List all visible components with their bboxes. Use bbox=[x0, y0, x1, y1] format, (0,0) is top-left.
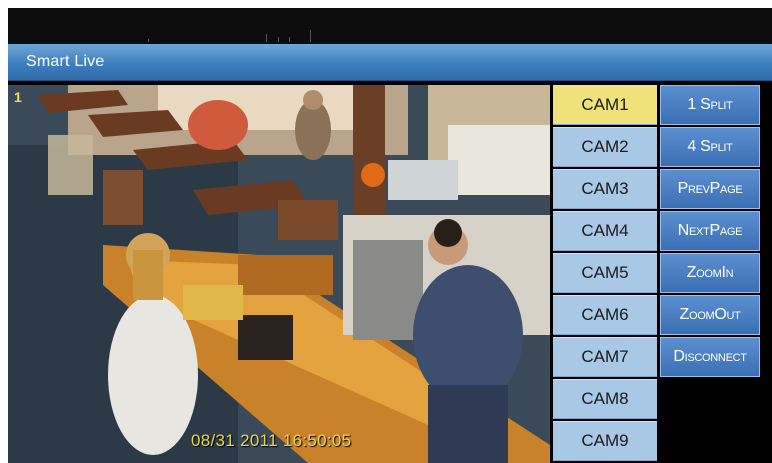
zoom-in-button[interactable]: ZoomIn bbox=[660, 253, 760, 293]
title-bar: Smart Live bbox=[8, 44, 772, 81]
cam8-button[interactable]: CAM8 bbox=[553, 379, 657, 419]
smart-live-app: Smart Live 1 08/31 2011 16:50:05 CAM1 CA… bbox=[8, 8, 772, 463]
cam4-button[interactable]: CAM4 bbox=[553, 211, 657, 251]
cam5-button[interactable]: CAM5 bbox=[553, 253, 657, 293]
cam1-button[interactable]: CAM1 bbox=[553, 85, 657, 125]
cam6-button[interactable]: CAM6 bbox=[553, 295, 657, 335]
cam2-button[interactable]: CAM2 bbox=[553, 127, 657, 167]
prev-page-button[interactable]: PrevPage bbox=[660, 169, 760, 209]
live-video-view[interactable]: 1 08/31 2011 16:50:05 bbox=[8, 85, 550, 463]
one-split-button[interactable]: 1 Split bbox=[660, 85, 760, 125]
cam9-button[interactable]: CAM9 bbox=[553, 421, 657, 461]
camera-selector: CAM1 CAM2 CAM3 CAM4 CAM5 CAM6 CAM7 CAM8 … bbox=[553, 85, 657, 463]
channel-number: 1 bbox=[14, 89, 22, 105]
cam7-button[interactable]: CAM7 bbox=[553, 337, 657, 377]
function-buttons: 1 Split 4 Split PrevPage NextPage ZoomIn… bbox=[660, 85, 764, 385]
status-strip bbox=[8, 8, 772, 44]
camera-feed-image bbox=[8, 85, 550, 463]
disconnect-button[interactable]: Disconnect bbox=[660, 337, 760, 377]
video-timestamp: 08/31 2011 16:50:05 bbox=[191, 431, 352, 450]
next-page-button[interactable]: NextPage bbox=[660, 211, 760, 251]
window-title: Smart Live bbox=[26, 53, 105, 70]
zoom-out-button[interactable]: ZoomOut bbox=[660, 295, 760, 335]
cam3-button[interactable]: CAM3 bbox=[553, 169, 657, 209]
four-split-button[interactable]: 4 Split bbox=[660, 127, 760, 167]
